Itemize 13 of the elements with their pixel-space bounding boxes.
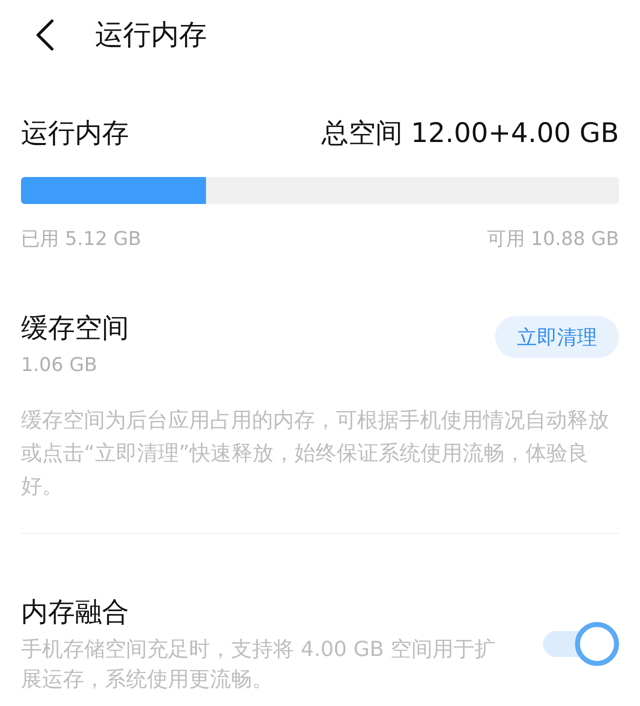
page-title: 运行内存 — [95, 17, 207, 53]
fusion-description: 手机存储空间充足时，支持将 4.00 GB 空间用于扩展运存，系统使用更流畅。 — [21, 636, 497, 693]
total-space: 总空间 12.00+4.00 GB — [321, 117, 619, 151]
cache-description: 缓存空间为后台应用占用的内存，可根据手机使用情况自动释放或点击“立即清理”快速释放，始终保证系统使用流畅，体验良好。 — [21, 407, 610, 500]
used-memory: 已用 5.12 GB — [21, 227, 142, 252]
available-memory: 可用 10.88 GB — [486, 227, 619, 252]
section-title: 运行内存 — [21, 117, 129, 151]
back-icon[interactable] — [35, 19, 55, 51]
memory-fusion-toggle[interactable] — [543, 622, 619, 666]
section-title: 缓存空间 — [21, 312, 129, 346]
cache-size: 1.06 GB — [21, 354, 98, 376]
clean-now-button[interactable]: 立即清理 — [495, 316, 619, 358]
section-title: 内存融合 — [21, 596, 130, 630]
